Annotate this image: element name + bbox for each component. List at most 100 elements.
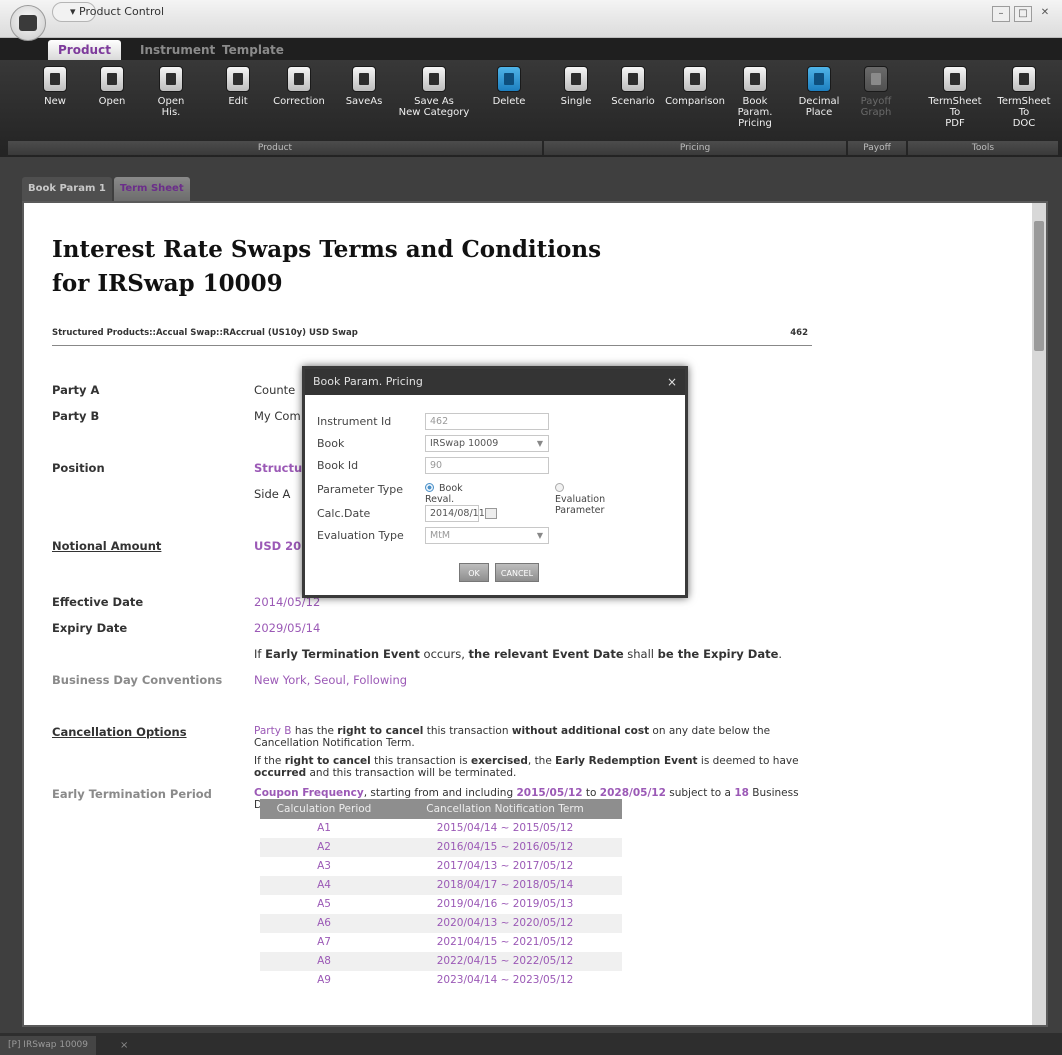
term-sheet-document: Interest Rate Swaps Terms and Conditions… (52, 233, 832, 811)
edit-button[interactable]: Edit (218, 66, 258, 107)
qat-dropdown-icon[interactable]: ▾ (70, 5, 76, 18)
window-controls: – □ ✕ (992, 6, 1054, 22)
structure-line: Structured Products::Accual Swap::RAccru… (52, 328, 812, 346)
term-cell: 2023/04/14 ~ 2023/05/12 (436, 974, 574, 986)
notional-value: USD 20 (254, 539, 302, 553)
radio-evaluation-label: Evaluation Parameter (555, 494, 606, 516)
table-row: A2 2016/04/15 ~ 2016/05/12 (260, 838, 622, 857)
cancellation-text-1: Party B has the right to cancel this tra… (254, 725, 814, 749)
bottom-tab-irswap[interactable]: [P] IRSwap 10009 (0, 1036, 97, 1055)
maximize-button[interactable]: □ (1014, 6, 1032, 22)
early-termination-period-label: Early Termination Period (52, 787, 212, 801)
party-b-value: My Com (254, 409, 301, 423)
decimal-place-button[interactable]: Decimal Place (796, 66, 842, 118)
save-as-new-category-label: Save As New Category (398, 96, 470, 118)
delete-button[interactable]: Delete (486, 66, 532, 107)
single-button[interactable]: Single (556, 66, 596, 107)
doc-title: Interest Rate Swaps Terms and Conditions… (52, 233, 832, 301)
correction-button[interactable]: Correction (270, 66, 328, 107)
evaluation-type-select[interactable]: MtM (425, 527, 549, 544)
table-row: A9 2023/04/14 ~ 2023/05/12 (260, 971, 622, 990)
et-text-4: . (778, 647, 783, 661)
group-product: Product (8, 141, 542, 155)
delete-button-label: Delete (492, 96, 526, 107)
et-bold-2: the relevant Event Date (468, 647, 624, 661)
book-select[interactable]: IRSwap 10009 (425, 435, 549, 452)
dialog-close-icon[interactable]: × (667, 369, 677, 395)
ct1-text-1: has the (291, 725, 338, 737)
payoff-graph-button[interactable]: Payoff Graph (856, 66, 896, 118)
et-text-3: shall (623, 647, 658, 661)
document-tabs: Book Param 1 Term Sheet (22, 177, 192, 201)
period-cell: A8 (317, 955, 331, 967)
decimal-refresh-icon (807, 66, 831, 92)
open-history-button[interactable]: Open His. (148, 66, 194, 118)
radio-evaluation-parameter[interactable]: Evaluation Parameter (555, 483, 605, 516)
vertical-scrollbar[interactable] (1032, 203, 1046, 1025)
payoff-graph-label: Payoff Graph (860, 96, 892, 118)
book-label: Book (317, 437, 345, 450)
book-param-icon (743, 66, 767, 92)
ct2-bold-3: Early Redemption Event (555, 755, 698, 767)
position-side: Side A (254, 487, 291, 501)
scenario-button[interactable]: Scenario (608, 66, 658, 107)
calc-date-field[interactable]: 2014/08/11 (425, 505, 485, 522)
parameter-type-label: Parameter Type (317, 483, 403, 496)
termsheet-pdf-button[interactable]: TermSheet To PDF (926, 66, 984, 129)
ct1-text-2: this transaction (423, 725, 512, 737)
doc-title-line2: for IRSwap 10009 (52, 270, 283, 297)
tab-book-param[interactable]: Book Param 1 (22, 177, 112, 201)
etp-coupon-frequency: Coupon Frequency (254, 787, 364, 799)
period-cell: A2 (317, 841, 331, 853)
calendar-icon[interactable] (485, 508, 497, 519)
etp-text-2: to (582, 787, 600, 799)
close-window-button[interactable]: ✕ (1036, 6, 1054, 22)
tab-term-sheet[interactable]: Term Sheet (113, 177, 190, 201)
group-pricing: Pricing (544, 141, 846, 155)
period-cell: A5 (317, 898, 331, 910)
instrument-id-field[interactable]: 462 (425, 413, 549, 430)
book-id-field[interactable]: 90 (425, 457, 549, 474)
app-orb-button[interactable] (10, 5, 46, 41)
bottom-tab-close-icon[interactable]: × (120, 1036, 128, 1055)
ct2-bold-2: exercised (470, 755, 528, 767)
saveas-button[interactable]: SaveAs (342, 66, 386, 107)
ok-button[interactable]: OK (459, 563, 489, 582)
edit-button-label: Edit (228, 96, 248, 107)
book-param-pricing-button[interactable]: Book Param. Pricing (724, 66, 786, 129)
single-button-label: Single (560, 96, 592, 107)
tab-product[interactable]: Product (48, 40, 121, 60)
dialog-title: Book Param. Pricing (313, 375, 423, 388)
col-cancellation-notification-term: Cancellation Notification Term (426, 803, 584, 815)
scenario-button-label: Scenario (611, 96, 655, 107)
tab-template[interactable]: Template (212, 40, 294, 60)
scroll-thumb[interactable] (1034, 221, 1044, 351)
table-row: A1 2015/04/14 ~ 2015/05/12 (260, 819, 622, 838)
cancellation-text-2: If the right to cancel this transaction … (254, 755, 814, 779)
minimize-button[interactable]: – (992, 6, 1010, 22)
save-disk-icon (352, 66, 376, 92)
termsheet-pdf-label: TermSheet To PDF (928, 96, 982, 129)
radio-unselected-icon (555, 483, 564, 492)
etp-end-date: 2028/05/12 (599, 787, 666, 799)
save-as-new-category-button[interactable]: Save As New Category (396, 66, 472, 118)
termsheet-doc-button[interactable]: TermSheet To DOC (994, 66, 1054, 129)
open-button[interactable]: Open (92, 66, 132, 107)
structure-path: Structured Products::Accual Swap::RAccru… (52, 328, 358, 338)
comparison-button[interactable]: Comparison (664, 66, 726, 107)
tab-instrument[interactable]: Instrument (130, 40, 225, 60)
app-icon (19, 15, 37, 31)
term-cell: 2022/04/15 ~ 2022/05/12 (436, 955, 574, 967)
term-cell: 2019/04/16 ~ 2019/05/13 (436, 898, 574, 910)
structure-id: 462 (790, 328, 808, 338)
radio-selected-icon (425, 483, 434, 492)
decimal-place-label: Decimal Place (798, 96, 840, 118)
et-text-2: occurs, (419, 647, 469, 661)
new-button[interactable]: New (30, 66, 80, 107)
term-cell: 2021/04/15 ~ 2021/05/12 (436, 936, 574, 948)
comparison-button-label: Comparison (665, 96, 725, 107)
correction-button-label: Correction (273, 96, 325, 107)
open-button-label: Open (98, 96, 126, 107)
cancel-button[interactable]: CANCEL (495, 563, 539, 582)
col-calculation-period: Calculation Period (276, 803, 372, 815)
